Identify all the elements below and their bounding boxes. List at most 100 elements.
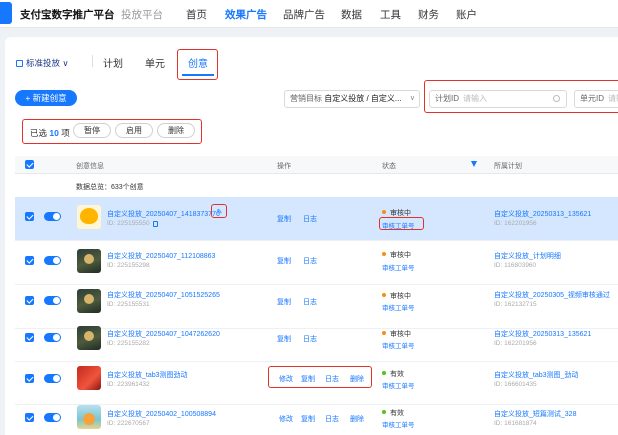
platform-label[interactable]: 投放平台	[121, 7, 163, 22]
op-copy[interactable]: 复制	[277, 334, 291, 344]
top-bar: 支付宝数字推广平台 投放平台 首页 效果广告 品牌广告 数据 工具 财务 账户	[0, 0, 618, 28]
row-toggle[interactable]	[44, 256, 61, 265]
creative-name[interactable]: 自定义投放_20250407_1418373776	[107, 209, 220, 219]
mode-selector[interactable]: 标准投放 ∨	[16, 57, 69, 69]
op-log[interactable]: 日志	[303, 256, 317, 266]
row-toggle[interactable]	[44, 333, 61, 342]
annotation-box-filters	[424, 80, 618, 113]
review-ticket-link[interactable]: 审核工单号	[382, 380, 415, 390]
creative-thumbnail[interactable]	[77, 205, 101, 229]
goal-filter-label: 营销目标	[290, 94, 322, 103]
plan-name[interactable]: 自定义投放_tab3测图_劲动	[494, 370, 578, 380]
nav-home[interactable]: 首页	[186, 7, 207, 22]
divider	[92, 55, 93, 67]
plan-name[interactable]: 自定义投放_计划明细	[494, 251, 561, 261]
annotation-box-batch	[22, 119, 202, 144]
chevron-down-icon: ∨	[409, 95, 415, 102]
tab-plan[interactable]: 计划	[103, 55, 123, 70]
op-copy[interactable]: 复制	[277, 297, 291, 307]
nav-account[interactable]: 账户	[456, 7, 477, 22]
status-text: 审核中	[382, 250, 411, 260]
creative-name[interactable]: 自定义投放_20250407_1051525265	[107, 290, 220, 300]
mode-label: 标准投放	[26, 58, 61, 68]
status-text: 审核中	[382, 329, 411, 339]
plan-name[interactable]: 自定义投放_20250313_135621	[494, 329, 591, 339]
creative-id: ID: 222670567	[107, 420, 150, 427]
row-checkbox[interactable]	[25, 413, 34, 422]
status-text: 有效	[382, 369, 404, 379]
nav-data[interactable]: 数据	[341, 7, 362, 22]
plan-id: ID: 162132715	[494, 301, 537, 308]
row-toggle[interactable]	[44, 212, 61, 221]
annotation-box-edit	[211, 204, 227, 218]
op-copy[interactable]: 复制	[277, 214, 291, 224]
brand-title: 支付宝数字推广平台	[20, 9, 115, 21]
op-log[interactable]: 日志	[303, 214, 317, 224]
plan-name[interactable]: 自定义投放_短篇测试_328	[494, 409, 576, 419]
review-ticket-link[interactable]: 审核工单号	[382, 302, 415, 312]
chevron-down-icon: ∨	[62, 58, 69, 68]
plan-id: ID: 162201956	[494, 220, 537, 227]
nav-tools[interactable]: 工具	[380, 7, 401, 22]
nav-brand-ads[interactable]: 品牌广告	[283, 7, 325, 22]
tab-unit[interactable]: 单元	[145, 55, 165, 70]
summary-text: 数据总览：633个创意	[76, 184, 144, 191]
creative-thumbnail[interactable]	[77, 249, 101, 273]
header-actions: 操作	[277, 163, 291, 170]
review-ticket-link[interactable]: 审核工单号	[382, 340, 415, 350]
row-checkbox[interactable]	[25, 256, 34, 265]
row-toggle[interactable]	[44, 296, 61, 305]
review-ticket-link[interactable]: 审核工单号	[382, 419, 415, 429]
creative-thumbnail[interactable]	[77, 405, 101, 429]
nav-performance-ads[interactable]: 效果广告	[225, 7, 267, 22]
creative-name[interactable]: 自定义投放_tab3测图劲动	[107, 370, 188, 380]
creative-name[interactable]: 自定义投放_20250407_1047262620	[107, 329, 220, 339]
op-log[interactable]: 日志	[325, 414, 339, 424]
review-ticket-link[interactable]: 审核工单号	[382, 262, 415, 272]
op-log[interactable]: 日志	[303, 297, 317, 307]
nav-finance[interactable]: 财务	[418, 7, 439, 22]
op-copy[interactable]: 复制	[301, 414, 315, 424]
row-checkbox[interactable]	[25, 374, 34, 383]
table-header	[15, 156, 618, 174]
copy-icon[interactable]	[153, 221, 158, 227]
creative-thumbnail[interactable]	[77, 366, 101, 390]
creative-name[interactable]: 自定义投放_20250402_100508894	[107, 409, 216, 419]
plan-id: ID: 166601435	[494, 381, 537, 388]
op-log[interactable]: 日志	[303, 334, 317, 344]
goal-filter-value: 自定义投放 / 自定义...	[324, 94, 402, 103]
creative-name[interactable]: 自定义投放_20250407_112108863	[107, 251, 215, 261]
creative-thumbnail[interactable]	[77, 326, 101, 350]
goal-filter[interactable]: 营销目标 自定义投放 / 自定义... ∨	[284, 90, 420, 108]
status-text: 有效	[382, 408, 404, 418]
creative-id: ID: 225155531	[107, 301, 150, 308]
logo-icon	[0, 2, 12, 24]
grid-icon	[16, 60, 23, 67]
plan-name[interactable]: 自定义投放_20250305_视频审核通过	[494, 290, 610, 300]
row-checkbox[interactable]	[25, 333, 34, 342]
new-creative-button[interactable]: + 新建创意	[15, 90, 77, 106]
header-creative-info: 创意信息	[76, 163, 104, 170]
creative-id: ID: 223961432	[107, 381, 150, 388]
header-plan: 所属计划	[494, 163, 522, 170]
annotation-box-ticket	[379, 217, 424, 230]
row-checkbox[interactable]	[25, 296, 34, 305]
annotation-box-ops	[268, 366, 372, 388]
creative-id: ID: 225155298	[107, 262, 150, 269]
header-status: 状态	[382, 163, 396, 170]
row-toggle[interactable]	[44, 413, 61, 422]
status-text: 审核中	[382, 291, 411, 301]
filter-icon[interactable]	[471, 161, 477, 167]
plan-name[interactable]: 自定义投放_20250313_135621	[494, 209, 591, 219]
row-checkbox[interactable]	[25, 212, 34, 221]
annotation-box-tab	[177, 49, 218, 80]
op-copy[interactable]: 复制	[277, 256, 291, 266]
plan-id: ID: 161681874	[494, 420, 537, 427]
select-all-checkbox[interactable]	[25, 160, 34, 169]
op-modify[interactable]: 修改	[279, 414, 293, 424]
plan-id: ID: 116803960	[494, 262, 537, 269]
creative-id: ID: 225155282	[107, 340, 150, 347]
creative-thumbnail[interactable]	[77, 289, 101, 313]
row-toggle[interactable]	[44, 374, 61, 383]
op-delete[interactable]: 删除	[350, 414, 364, 424]
